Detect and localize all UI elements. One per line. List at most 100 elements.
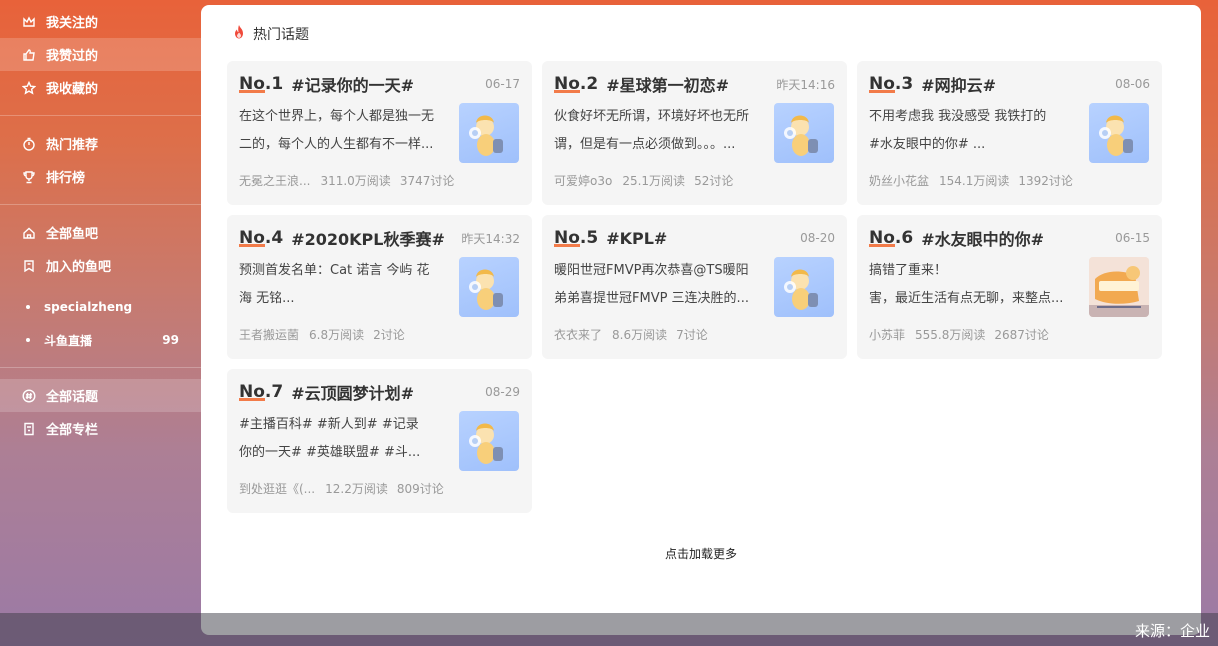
bullet-icon [26, 338, 30, 342]
card-header: No.7 #云顶圆梦计划# 08-29 [239, 381, 520, 403]
topic-title[interactable]: #记录你的一天# [291, 72, 414, 96]
topic-card[interactable]: No.1 #记录你的一天# 06-17 在这个世界上，每个人都是独一无 二的，每… [227, 61, 532, 205]
card-excerpt: #主播百科# #新人到# #记录 你的一天# #英雄联盟# #斗... [239, 411, 451, 467]
home-icon [22, 226, 36, 240]
excerpt-line: 搞错了重来！ [869, 263, 948, 278]
sidebar-item-favorites[interactable]: 我收藏的 [0, 71, 201, 104]
sidebar-subitem-specialzheng[interactable]: specialzheng [0, 292, 201, 322]
read-count: 8.6万阅读 [612, 328, 668, 342]
author-name[interactable]: 可爱婷o3o [554, 172, 612, 189]
sidebar-subitem-douyu[interactable]: 斗鱼直播 99 [0, 325, 201, 355]
card-header: No.1 #记录你的一天# 06-17 [239, 73, 520, 95]
rank-label: No.5 [554, 228, 599, 248]
topic-thumbnail[interactable] [1089, 103, 1149, 163]
sidebar-divider [0, 204, 201, 205]
topic-thumbnail[interactable] [459, 103, 519, 163]
comment-count: 7讨论 [676, 328, 708, 342]
author-name[interactable]: 小苏菲 [869, 326, 905, 343]
topic-title[interactable]: #KPL# [606, 229, 667, 248]
crown-icon [22, 15, 36, 29]
author-name[interactable]: 奶丝小花盆 [869, 172, 929, 189]
sidebar-item-hot[interactable]: 热门推荐 [0, 127, 201, 160]
sidebar-item-all-bars[interactable]: 全部鱼吧 [0, 216, 201, 249]
rank-label: No.3 [869, 74, 914, 94]
excerpt-line: 伙食好坏无所谓，环境好坏也无所 [554, 109, 750, 124]
comment-count: 2讨论 [373, 328, 405, 342]
section-header: 热门话题 [231, 24, 309, 44]
topic-card[interactable]: No.4 #2020KPL秋季赛# 昨天14:32 预测首发名单：Cat 诺言 … [227, 215, 532, 359]
topic-title[interactable]: #网抑云# [921, 72, 996, 96]
sidebar-subitem-label: specialzheng [44, 300, 133, 314]
topic-title[interactable]: #星球第一初恋# [606, 72, 729, 96]
excerpt-line: 预测首发名单：Cat 诺言 今屿 花 [239, 263, 430, 278]
topic-card[interactable]: No.5 #KPL# 08-20 暖阳世冠FMVP再次恭喜@TS暖阳 弟弟喜提世… [542, 215, 847, 359]
card-excerpt: 在这个世界上，每个人都是独一无 二的，每个人的人生都有不一样... [239, 103, 451, 159]
post-date: 08-20 [800, 231, 835, 245]
topic-card[interactable]: No.7 #云顶圆梦计划# 08-29 #主播百科# #新人到# #记录 你的一… [227, 369, 532, 513]
topic-card[interactable]: No.6 #水友眼中的你# 06-15 搞错了重来！ 害，最近生活有点无聊，来整… [857, 215, 1162, 359]
card-meta: 到处逛逛《(... 12.2万阅读 809讨论 [239, 480, 520, 497]
card-meta: 奶丝小花盆 154.1万阅读 1392讨论 [869, 172, 1150, 189]
author-name[interactable]: 王者搬运菌 [239, 326, 299, 343]
topic-title[interactable]: #水友眼中的你# [921, 226, 1044, 250]
sidebar-item-label: 热门推荐 [46, 138, 99, 153]
sidebar-divider [0, 115, 201, 116]
sidebar-item-following[interactable]: 我关注的 [0, 5, 201, 38]
mascot-image [784, 269, 818, 310]
excerpt-line: 害，最近生活有点无聊，来整点... [869, 291, 1064, 306]
read-count: 12.2万阅读 [325, 482, 388, 496]
mascot-image [469, 269, 503, 310]
author-name[interactable]: 衣衣来了 [554, 326, 602, 343]
excerpt-line: 二的，每个人的人生都有不一样... [239, 137, 434, 152]
topic-title[interactable]: #2020KPL秋季赛# [291, 226, 445, 250]
topic-card[interactable]: No.3 #网抑云# 08-06 不用考虑我 我没感受 我铁打的 #水友眼中的你… [857, 61, 1162, 205]
topic-thumbnail[interactable] [459, 257, 519, 317]
card-header: No.2 #星球第一初恋# 昨天14:16 [554, 73, 835, 95]
card-header: No.6 #水友眼中的你# 06-15 [869, 227, 1150, 249]
sidebar-item-label: 排行榜 [46, 171, 86, 186]
star-icon [22, 80, 36, 95]
load-more-button[interactable]: 点击加载更多 [201, 545, 1201, 562]
read-count: 311.0万阅读 [320, 174, 391, 188]
topic-thumbnail[interactable] [774, 257, 834, 317]
sidebar-item-label: 加入的鱼吧 [46, 260, 112, 275]
author-name[interactable]: 到处逛逛《(... [239, 480, 315, 497]
topic-thumbnail[interactable] [1089, 257, 1149, 317]
sidebar-item-label: 全部话题 [46, 390, 99, 405]
post-date: 06-15 [1115, 231, 1150, 245]
read-count: 154.1万阅读 [939, 174, 1010, 188]
read-count: 6.8万阅读 [309, 328, 365, 342]
topic-thumbnail[interactable] [459, 411, 519, 471]
card-meta: 无冕之王浪... 311.0万阅读 3747讨论 [239, 172, 520, 189]
read-count: 555.8万阅读 [915, 328, 986, 342]
sidebar-item-label: 我收藏的 [46, 82, 99, 97]
sidebar-item-label: 全部鱼吧 [46, 227, 99, 242]
topic-card[interactable]: No.2 #星球第一初恋# 昨天14:16 伙食好坏无所谓，环境好坏也无所 谓，… [542, 61, 847, 205]
card-meta: 衣衣来了 8.6万阅读 7讨论 [554, 326, 835, 343]
comment-count: 2687讨论 [994, 328, 1049, 342]
sidebar-item-ranking[interactable]: 排行榜 [0, 160, 201, 193]
comment-count: 52讨论 [694, 174, 734, 188]
comment-count: 809讨论 [396, 482, 444, 496]
card-header: No.4 #2020KPL秋季赛# 昨天14:32 [239, 227, 520, 249]
topic-thumbnail[interactable] [774, 103, 834, 163]
sidebar-item-all-topics[interactable]: 全部话题 [0, 379, 201, 412]
comment-count: 1392讨论 [1018, 174, 1073, 188]
sidebar-item-joined-bars[interactable]: 加入的鱼吧 [0, 249, 201, 282]
source-caption: 来源：企业 [1134, 622, 1210, 640]
card-excerpt: 搞错了重来！ 害，最近生活有点无聊，来整点... [869, 257, 1081, 313]
card-excerpt: 预测首发名单：Cat 诺言 今屿 花 海 无铭... [239, 257, 451, 313]
mascot-image [1099, 115, 1133, 156]
sidebar-item-all-columns[interactable]: 全部专栏 [0, 412, 201, 445]
author-name[interactable]: 无冕之王浪... [239, 172, 310, 189]
hash-icon [22, 388, 36, 403]
excerpt-line: 弟弟喜提世冠FMVP 三连决胜的... [554, 291, 749, 306]
excerpt-line: 你的一天# #英雄联盟# #斗... [239, 445, 421, 460]
topic-title[interactable]: #云顶圆梦计划# [291, 380, 414, 404]
sidebar-divider [0, 367, 201, 368]
read-count: 25.1万阅读 [622, 174, 686, 188]
mascot-image [784, 115, 818, 156]
sidebar-item-liked[interactable]: 我赞过的 [0, 38, 201, 71]
excerpt-line: 在这个世界上，每个人都是独一无 [239, 109, 435, 124]
sidebar-item-label: 我赞过的 [46, 49, 99, 64]
